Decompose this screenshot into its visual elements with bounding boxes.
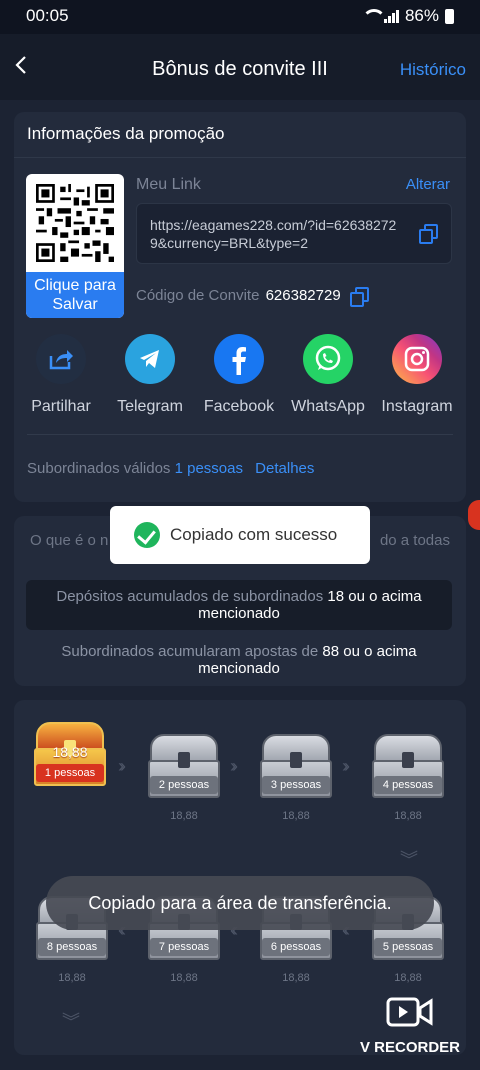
rule-deposits-text: Depósitos acumulados de subordinados [56, 588, 324, 605]
recorder-watermark: V RECORDER [358, 996, 462, 1056]
valid-subordinates-count: 1 [174, 460, 183, 477]
chest-tag: 6 pessoas [262, 938, 330, 956]
save-qr-label: Clique para Salvar [26, 272, 124, 318]
status-icons: 86% [361, 6, 454, 26]
valid-subordinates-label: Subordinados válidos [27, 460, 171, 477]
invite-link-text: https://eagames228.com/?id=626382729&cur… [150, 217, 397, 251]
chest-4[interactable]: 4 pessoas [368, 730, 448, 810]
chest-amount: 18,88 [394, 972, 422, 984]
share-label: Partilhar [31, 398, 91, 415]
chest-amount: 18,88 [282, 810, 310, 822]
rule-deposits-value: 18 [327, 588, 345, 605]
copy-code-icon[interactable] [350, 287, 370, 307]
invite-code-value: 626382729 [265, 287, 341, 304]
share-button-partilhar[interactable]: Partilhar [16, 334, 106, 416]
recorder-label: V RECORDER [359, 1039, 460, 1056]
floating-side-badge[interactable] [468, 500, 480, 530]
rule-bets: Subordinados acumularam apostas de 88 ou… [26, 635, 452, 685]
chest-amount: 18,88 [282, 972, 310, 984]
share-button-telegram[interactable]: Telegram [105, 334, 195, 416]
rule-bets-value: 88 [322, 643, 340, 660]
whatsapp-label: WhatsApp [291, 398, 365, 415]
chest-tag: 4 pessoas [374, 776, 442, 794]
history-link[interactable]: Histórico [400, 60, 466, 80]
double-chevron-down-icon: ︾ [62, 1012, 80, 1032]
chest-amount: 18,88 [394, 810, 422, 822]
chest-tag: 8 pessoas [38, 938, 106, 956]
status-time: 00:05 [26, 6, 69, 25]
lock-icon [178, 752, 190, 768]
chest-tag: 5 pessoas [374, 938, 442, 956]
double-chevron-right-icon: ›› [230, 756, 238, 776]
share-icon [36, 334, 86, 384]
chest-amount: 18,88 [170, 810, 198, 822]
qr-code-icon [36, 184, 114, 262]
promotion-card: Informações da promoção Clique para Salv… [14, 112, 466, 502]
double-chevron-right-icon: ›› [342, 756, 350, 776]
copied-success-toast: Copiado com sucesso [110, 506, 370, 564]
instagram-icon [392, 334, 442, 384]
change-link-button[interactable]: Alterar [406, 176, 450, 193]
top-navbar: Bônus de convite III Histórico [0, 34, 480, 100]
my-link-label: Meu Link [136, 176, 201, 193]
status-bar: 00:05 86% [0, 0, 480, 34]
chest-tag: 7 pessoas [150, 938, 218, 956]
rule-deposits: Depósitos acumulados de subordinados 18 … [26, 580, 452, 630]
check-circle-icon [134, 522, 160, 548]
telegram-icon [125, 334, 175, 384]
signal-icon [383, 9, 399, 23]
chest-1[interactable]: 18,88 1 pessoas [30, 718, 110, 798]
chest-2[interactable]: 2 pessoas [144, 730, 224, 810]
instagram-label: Instagram [381, 398, 453, 415]
invite-link-box[interactable]: https://eagames228.com/?id=626382729&cur… [136, 203, 452, 264]
copy-link-icon[interactable] [419, 224, 439, 244]
rules-question-left: O que é o n [30, 532, 109, 549]
chest-tag: 2 pessoas [150, 776, 218, 794]
battery-icon [445, 8, 454, 24]
wifi-icon [361, 9, 386, 23]
chest-tag: 3 pessoas [262, 776, 330, 794]
copied-success-text: Copiado com sucesso [170, 525, 338, 544]
share-button-whatsapp[interactable]: WhatsApp [283, 334, 373, 416]
whatsapp-icon [303, 334, 353, 384]
chest-amount-inside: 18,88 [52, 744, 88, 760]
details-link[interactable]: Detalhes [255, 460, 314, 477]
divider [27, 434, 453, 435]
facebook-icon [214, 334, 264, 384]
qr-code-save-button[interactable]: Clique para Salvar [26, 174, 124, 318]
telegram-label: Telegram [117, 398, 183, 415]
chest-tag: 1 pessoas [36, 764, 104, 782]
lock-icon [290, 752, 302, 768]
chest-amount: 18,88 [58, 972, 86, 984]
clipboard-toast: Copiado para a área de transferência. [46, 876, 434, 930]
battery-percent: 86% [404, 6, 439, 25]
promotion-header: Informações da promoção [14, 112, 466, 158]
video-camera-icon [386, 997, 433, 1027]
chest-amount: 18,88 [170, 972, 198, 984]
invite-code-label: Código de Convite [136, 287, 260, 304]
chest-3[interactable]: 3 pessoas [256, 730, 336, 810]
double-chevron-down-icon: ︾ [400, 850, 418, 870]
share-row: Partilhar Telegram Facebook WhatsApp Ins… [14, 334, 466, 420]
lock-icon [402, 752, 414, 768]
share-button-facebook[interactable]: Facebook [194, 334, 284, 416]
facebook-label: Facebook [203, 398, 275, 415]
rules-question-right: do a todas [379, 532, 450, 549]
invite-code-row: Código de Convite 626382729 [136, 287, 341, 304]
share-button-instagram[interactable]: Instagram [372, 334, 462, 416]
rule-bets-text: Subordinados acumularam apostas de [61, 643, 319, 660]
valid-subordinates-row: Subordinados válidos 1 pessoas Detalhes [27, 460, 314, 477]
double-chevron-right-icon: ›› [118, 756, 126, 776]
valid-subordinates-unit: pessoas [187, 460, 243, 477]
